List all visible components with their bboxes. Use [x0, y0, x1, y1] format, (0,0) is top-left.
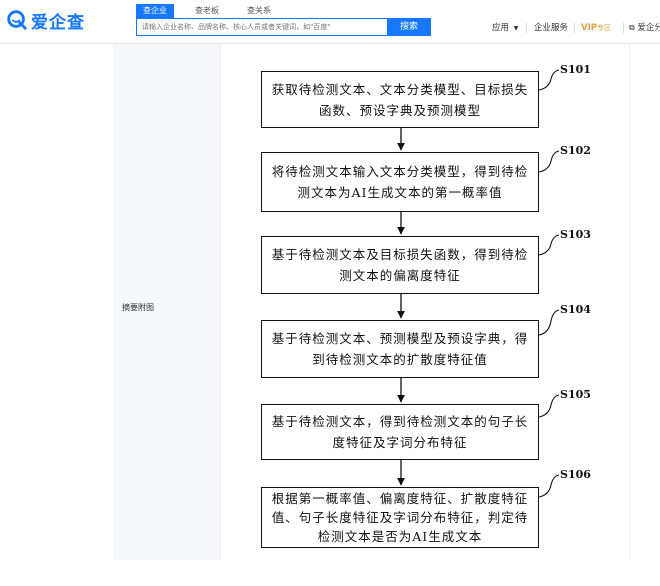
- search-tabs: 查企业 查老板 查关系: [136, 4, 292, 18]
- step-tag: S101: [560, 63, 591, 76]
- share-icon: ⧉: [629, 23, 635, 32]
- vip-label: VIP: [581, 23, 597, 33]
- nav-divider: [526, 23, 527, 33]
- step-tag: S103: [560, 228, 591, 241]
- brand-name: 爱企查: [31, 12, 85, 33]
- abstract-figure-label: 摘要附图: [122, 303, 154, 312]
- top-header: 爱企查 查企业 查老板 查关系 搜索 应用 ▼ 企业服务 VIP专区 ⧉ 爱企分: [0, 0, 660, 44]
- step-tag: S102: [560, 144, 591, 157]
- logo-icon: [7, 10, 27, 30]
- chevron-down-icon: ▼: [513, 25, 519, 32]
- step-tag: S105: [560, 388, 591, 401]
- vip-sub-label: 专区: [596, 24, 611, 32]
- search-input[interactable]: [136, 18, 387, 36]
- flow-step-box: 根据第一概率值、偏离度特征、扩散度特征值、句子长度特征及字词分布特征，判定待检测…: [261, 487, 539, 548]
- flow-step-box: 基于待检测文本，得到待检测文本的句子长度特征及字词分布特征: [261, 404, 539, 460]
- brand-logo[interactable]: 爱企查: [6, 8, 85, 33]
- tab-search-company[interactable]: 查企业: [136, 4, 174, 18]
- search-button[interactable]: 搜索: [387, 18, 431, 36]
- nav-apps[interactable]: 应用 ▼: [492, 22, 518, 34]
- nav-divider: [623, 23, 624, 33]
- flow-step-box: 将待检测文本输入文本分类模型，得到待检测文本为AI生成文本的第一概率值: [261, 152, 539, 212]
- nav-share-label: 爱企分: [637, 23, 660, 33]
- nav-share[interactable]: ⧉ 爱企分: [629, 22, 660, 34]
- nav-vip[interactable]: VIP专区: [581, 22, 611, 34]
- flow-step-box: 基于待检测文本及目标损失函数，得到待检测文本的偏离度特征: [261, 236, 539, 294]
- tab-search-relation[interactable]: 查关系: [240, 4, 278, 18]
- nav-enterprise-services[interactable]: 企业服务: [534, 22, 568, 34]
- flow-step-box: 基于待检测文本、预测模型及预设字典，得到待检测文本的扩散度特征值: [261, 320, 539, 378]
- nav-divider: [574, 23, 575, 33]
- step-tag: S106: [560, 468, 591, 481]
- step-tag: S104: [560, 303, 591, 316]
- flow-step-box: 获取待检测文本、文本分类模型、目标损失函数、预设字典及预测模型: [261, 71, 539, 128]
- nav-apps-label: 应用: [492, 23, 510, 33]
- tab-search-boss[interactable]: 查老板: [188, 4, 226, 18]
